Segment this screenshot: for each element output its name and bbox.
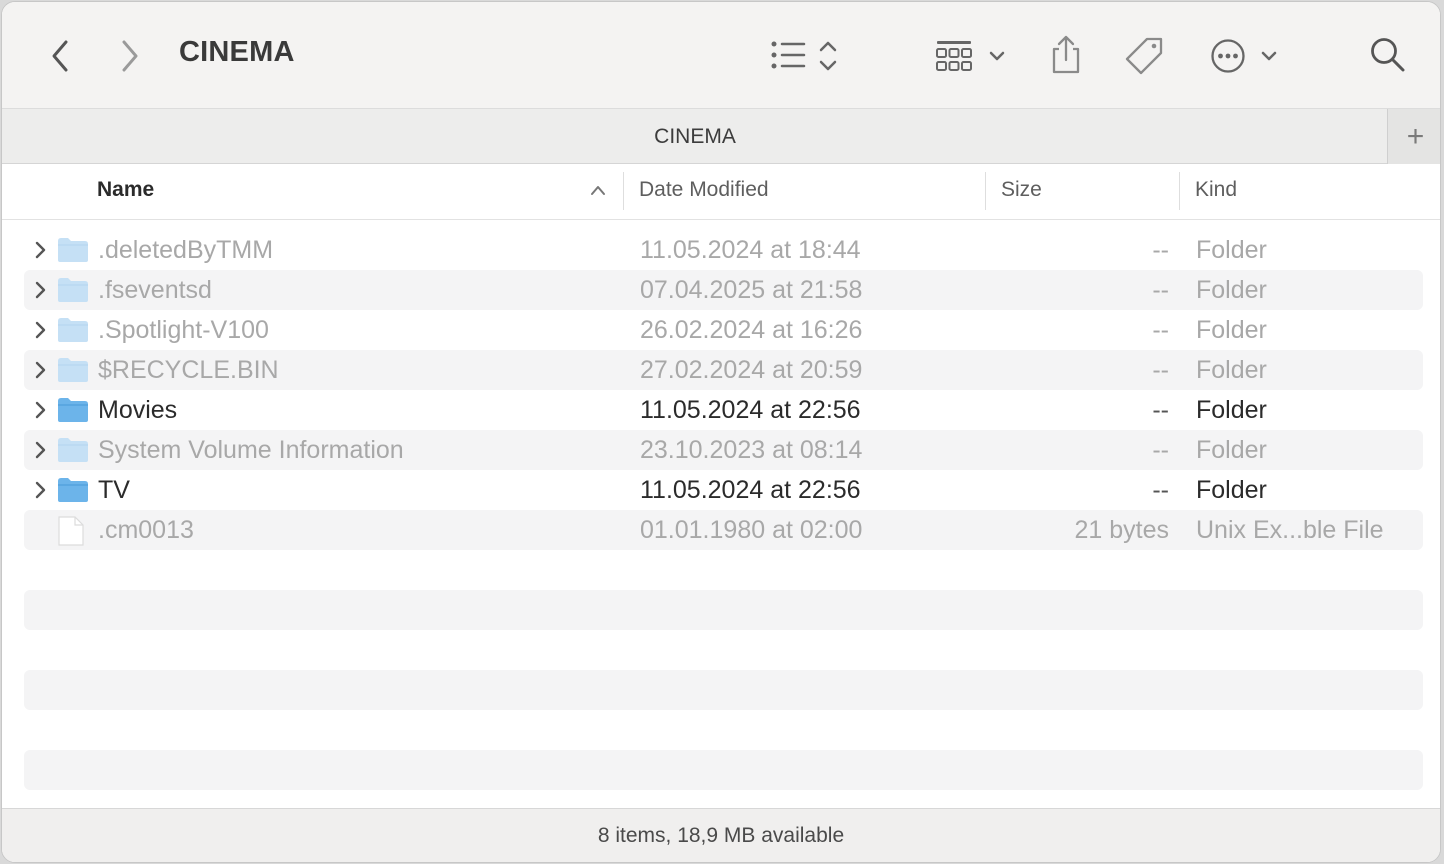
column-separator[interactable]: [985, 172, 986, 210]
group-button[interactable]: [932, 36, 1012, 76]
file-kind: Folder: [1196, 276, 1267, 304]
empty-row: [24, 750, 1423, 790]
ellipsis-circle-icon: [1211, 39, 1277, 73]
disclosure-triangle-icon[interactable]: [34, 240, 48, 260]
disclosure-triangle-icon[interactable]: [34, 320, 48, 340]
file-row[interactable]: .cm0013 01.01.1980 at 02:00 21 bytes Uni…: [24, 510, 1423, 550]
folder-icon: [58, 358, 88, 382]
list-view-icon: [771, 41, 837, 71]
file-row[interactable]: .Spotlight-V100 26.02.2024 at 16:26 -- F…: [24, 310, 1423, 350]
disclosure-triangle-icon[interactable]: [34, 440, 48, 460]
toolbar: CINEMA: [2, 2, 1440, 108]
chevron-right-icon: [122, 40, 138, 72]
file-date: 23.10.2023 at 08:14: [640, 436, 863, 464]
more-actions-button[interactable]: [1208, 34, 1284, 78]
grid-group-icon: [936, 41, 1005, 71]
search-button[interactable]: [1368, 34, 1408, 76]
file-kind: Folder: [1196, 316, 1267, 344]
column-separator[interactable]: [1179, 172, 1180, 210]
file-date: 07.04.2025 at 21:58: [640, 276, 863, 304]
file-row[interactable]: .deletedByTMM 11.05.2024 at 18:44 -- Fol…: [24, 230, 1423, 270]
folder-icon: [58, 478, 88, 502]
empty-row: [24, 670, 1423, 710]
file-row[interactable]: TV 11.05.2024 at 22:56 -- Folder: [24, 470, 1423, 510]
file-name: System Volume Information: [98, 436, 404, 464]
share-button[interactable]: [1046, 32, 1086, 78]
name-column-header[interactable]: Name: [97, 178, 154, 202]
file-kind: Folder: [1196, 476, 1267, 504]
file-name: Movies: [98, 396, 178, 424]
kind-column-header[interactable]: Kind: [1195, 178, 1237, 202]
finder-window: CINEMA CINEMA + Name Date Modified Size …: [1, 1, 1441, 863]
file-kind: Unix Ex...ble File: [1196, 516, 1384, 544]
file-kind: Folder: [1196, 356, 1267, 384]
folder-icon: [58, 398, 88, 422]
file-date: 11.05.2024 at 18:44: [640, 236, 861, 264]
disclosure-triangle-icon[interactable]: [34, 400, 48, 420]
disclosure-triangle-icon[interactable]: [34, 360, 48, 380]
column-header: Name Date Modified Size Kind: [2, 164, 1440, 220]
tag-button[interactable]: [1122, 34, 1168, 78]
file-date: 11.05.2024 at 22:56: [640, 396, 861, 424]
file-name: .cm0013: [98, 516, 194, 544]
file-size: 21 bytes: [1074, 516, 1169, 544]
view-options-button[interactable]: [764, 36, 846, 76]
folder-icon: [58, 278, 88, 302]
file-row[interactable]: System Volume Information 23.10.2023 at …: [24, 430, 1423, 470]
chevron-left-icon: [52, 40, 68, 72]
file-row[interactable]: Movies 11.05.2024 at 22:56 -- Folder: [24, 390, 1423, 430]
file-name: .deletedByTMM: [98, 236, 274, 264]
status-text: 8 items, 18,9 MB available: [597, 824, 845, 847]
empty-row: [24, 590, 1423, 630]
file-name: .Spotlight-V100: [98, 316, 269, 344]
status-bar: 8 items, 18,9 MB available: [2, 808, 1440, 862]
folder-icon: [58, 318, 88, 342]
file-size: --: [1152, 476, 1169, 504]
back-button[interactable]: [42, 36, 78, 76]
tag-icon: [1125, 37, 1163, 75]
file-kind: Folder: [1196, 236, 1267, 264]
file-size: --: [1152, 316, 1169, 344]
file-name: .fseventsd: [98, 276, 212, 304]
size-column-header[interactable]: Size: [1001, 178, 1042, 202]
file-date: 01.01.1980 at 02:00: [640, 516, 863, 544]
share-icon: [1052, 35, 1080, 74]
file-size: --: [1152, 436, 1169, 464]
file-row[interactable]: .fseventsd 07.04.2025 at 21:58 -- Folder: [24, 270, 1423, 310]
window-title: CINEMA: [179, 36, 295, 68]
date-column-header[interactable]: Date Modified: [639, 178, 769, 202]
forward-button[interactable]: [112, 36, 148, 76]
disclosure-triangle-icon[interactable]: [34, 480, 48, 500]
file-size: --: [1152, 276, 1169, 304]
file-size: --: [1152, 396, 1169, 424]
file-size: --: [1152, 356, 1169, 384]
file-date: 11.05.2024 at 22:56: [640, 476, 861, 504]
file-size: --: [1152, 236, 1169, 264]
document-icon: [58, 516, 84, 546]
file-kind: Folder: [1196, 396, 1267, 424]
file-name: $RECYCLE.BIN: [98, 356, 279, 384]
file-kind: Folder: [1196, 436, 1267, 464]
folder-icon: [58, 238, 88, 262]
sort-ascending-icon: [591, 186, 605, 195]
new-tab-button[interactable]: +: [1387, 109, 1440, 164]
search-icon: [1371, 38, 1405, 72]
file-name: TV: [98, 476, 130, 504]
file-date: 27.02.2024 at 20:59: [640, 356, 863, 384]
file-row[interactable]: $RECYCLE.BIN 27.02.2024 at 20:59 -- Fold…: [24, 350, 1423, 390]
column-separator[interactable]: [623, 172, 624, 210]
tab-bar: CINEMA +: [2, 108, 1440, 164]
folder-icon: [58, 438, 88, 462]
file-date: 26.02.2024 at 16:26: [640, 316, 863, 344]
tab-cinema[interactable]: CINEMA: [2, 125, 1388, 149]
disclosure-triangle-icon[interactable]: [34, 280, 48, 300]
